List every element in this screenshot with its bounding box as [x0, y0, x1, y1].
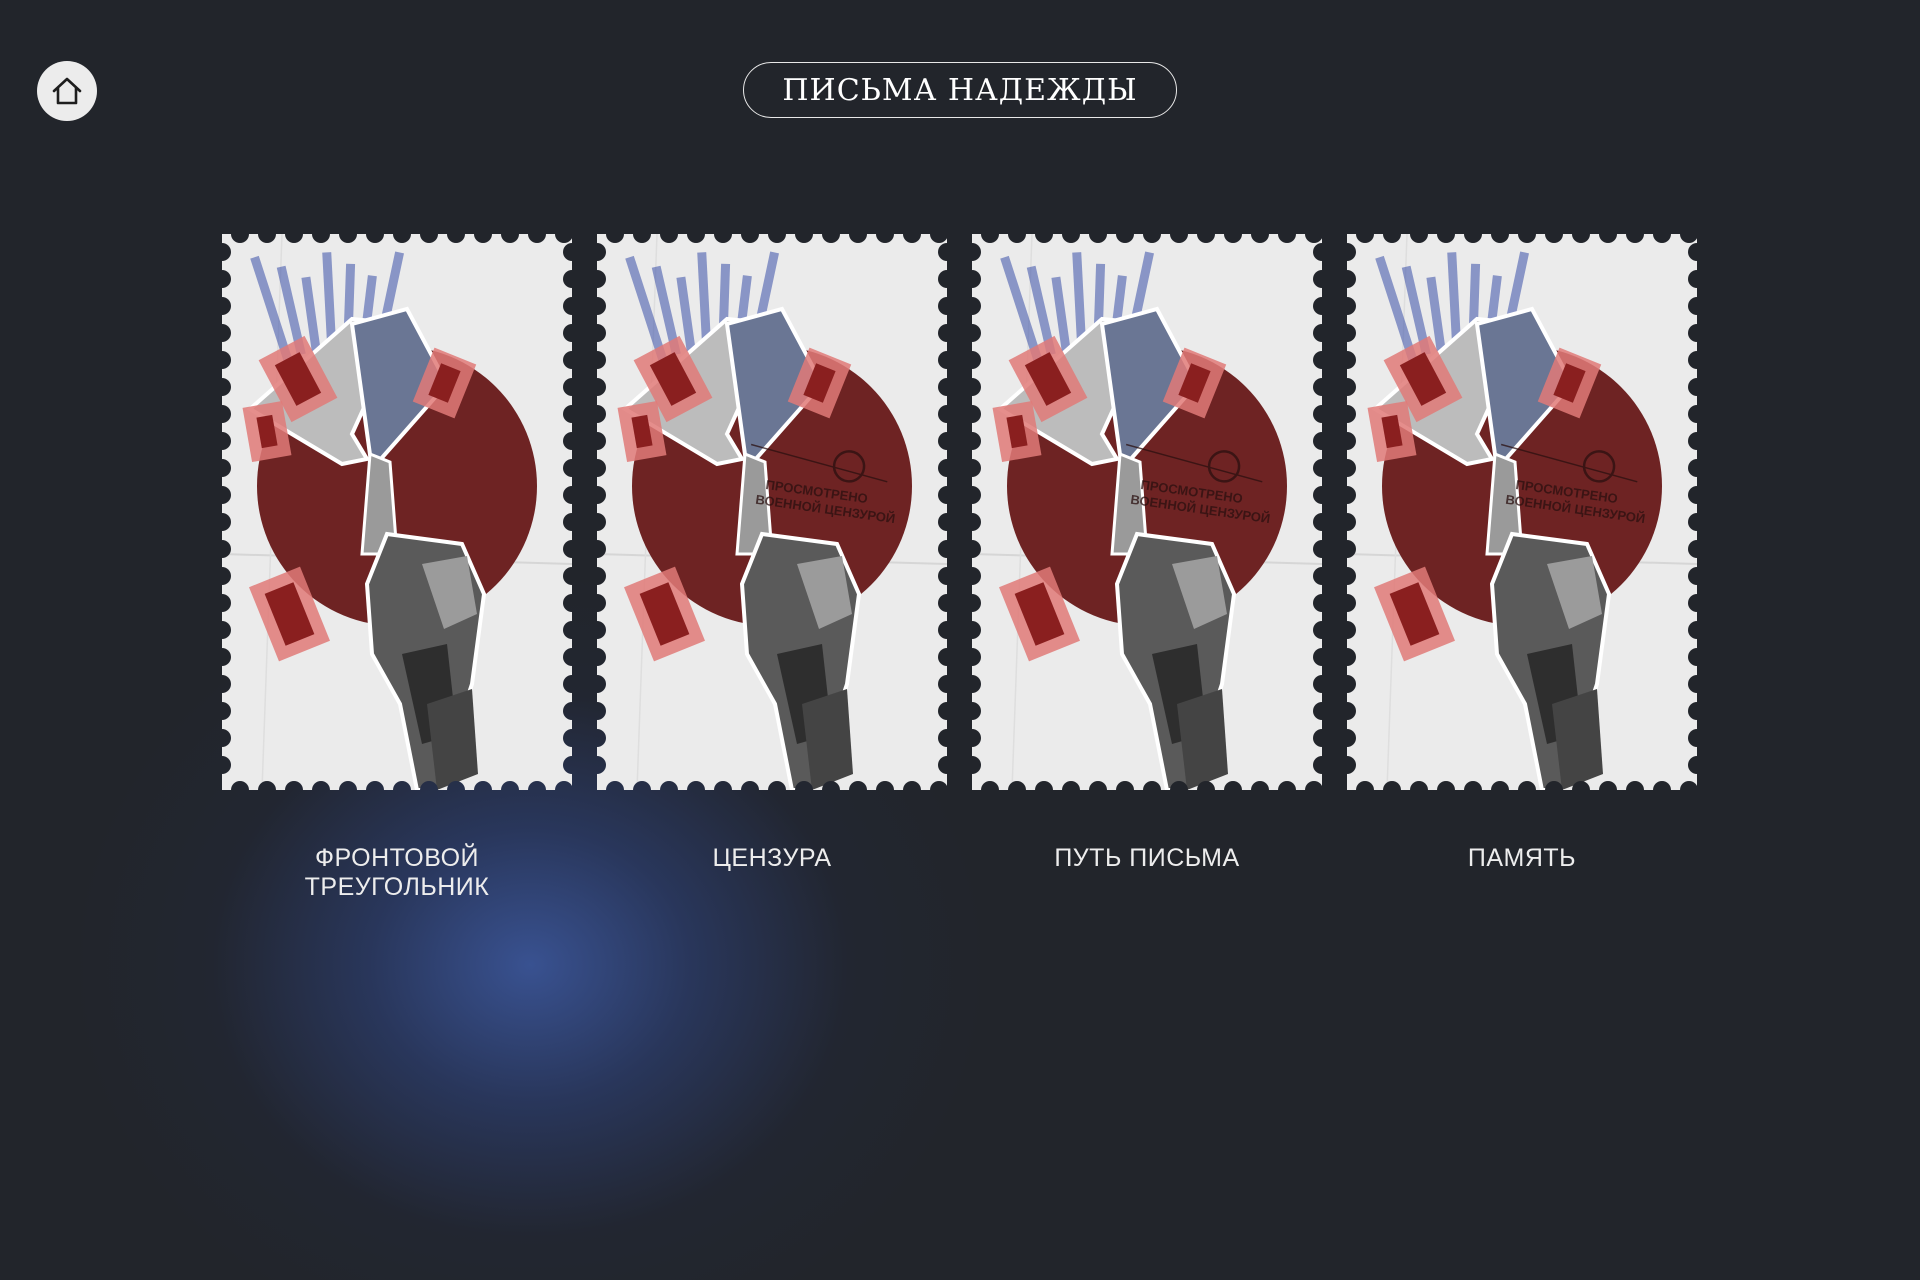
- stamp-artwork: [222, 234, 572, 790]
- stamp-artwork: ПРОСМОТРЕНОВОЕННОЙ ЦЕНЗУРОЙ: [972, 234, 1322, 790]
- stamp-artwork: ПРОСМОТРЕНОВОЕННОЙ ЦЕНЗУРОЙ: [1347, 234, 1697, 790]
- page-title: ПИСЬМА НАДЕЖДЫ: [743, 62, 1177, 118]
- stamp-card-memory[interactable]: ПРОСМОТРЕНО ВОЕННОЙ ЦЕНЗУРОЙ: [1347, 234, 1697, 790]
- stamp-face: ПРОСМОТРЕНОВОЕННОЙ ЦЕНЗУРОЙ: [972, 234, 1322, 790]
- stamp-face: ПРОСМОТРЕНОВОЕННОЙ ЦЕНЗУРОЙ: [597, 234, 947, 790]
- card-label-censorship[interactable]: ЦЕНЗУРА: [597, 844, 947, 873]
- stamp-card-front-triangle[interactable]: [222, 234, 572, 790]
- home-button[interactable]: [37, 61, 97, 121]
- card-label-memory[interactable]: ПАМЯТЬ: [1347, 844, 1697, 873]
- stamp-artwork: ПРОСМОТРЕНОВОЕННОЙ ЦЕНЗУРОЙ: [597, 234, 947, 790]
- stamp-face: ПРОСМОТРЕНОВОЕННОЙ ЦЕНЗУРОЙ: [1347, 234, 1697, 790]
- home-icon: [52, 77, 82, 105]
- card-label-letter-path[interactable]: ПУТЬ ПИСЬМА: [972, 844, 1322, 873]
- stamp-card-letter-path[interactable]: ПРОСМОТРЕНО ВОЕННОЙ ЦЕНЗУРОЙ: [972, 234, 1322, 790]
- stamp-face: [222, 234, 572, 790]
- card-label-front-triangle[interactable]: ФРОНТОВОЙ ТРЕУГОЛЬНИК: [222, 844, 572, 902]
- stamp-card-censorship[interactable]: ПРОСМОТРЕНО ВОЕННОЙ ЦЕНЗУРОЙ: [597, 234, 947, 790]
